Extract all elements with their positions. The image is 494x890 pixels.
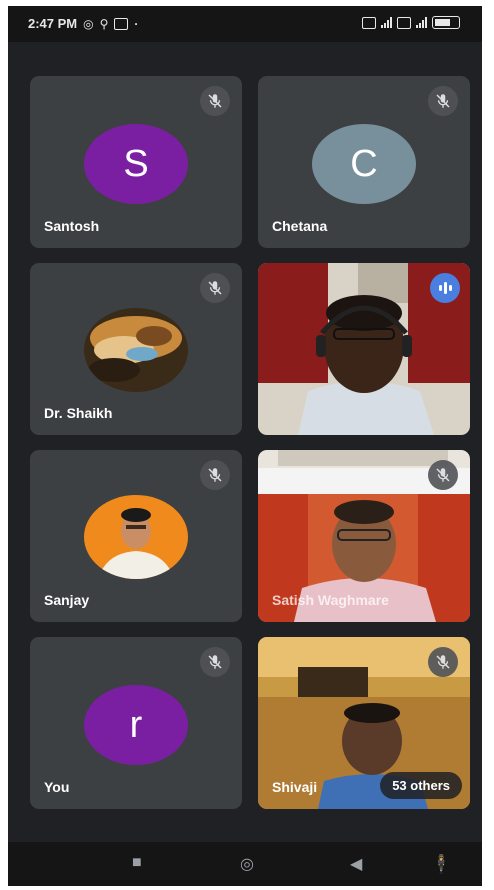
navigation-bar: ■ ◎ ◀ 🕴	[8, 842, 482, 886]
notification-icon	[114, 17, 129, 30]
participant-tile-shivaji[interactable]: Shivaji 53 others	[258, 637, 470, 809]
more-dot-icon: ·	[134, 16, 139, 31]
mic-off-icon	[200, 86, 230, 116]
sim1-icon	[362, 16, 376, 29]
participant-name: Satish Waghmare	[272, 592, 389, 608]
mic-off-icon	[428, 647, 458, 677]
participant-name: You	[44, 779, 70, 795]
participant-tile-santosh[interactable]: S Santosh	[30, 76, 242, 248]
participant-tile-dr-shaikh[interactable]: Dr. Shaikh	[30, 263, 242, 435]
home-icon[interactable]: ◎	[240, 854, 254, 874]
status-bar: 2:47 PM ◎ ⚲ ·	[8, 6, 482, 42]
participant-name: Shivaji	[272, 779, 318, 795]
sim2-icon	[397, 16, 411, 29]
signal-icon	[381, 17, 392, 28]
avatar-photo	[84, 308, 188, 392]
avatar: C	[312, 124, 416, 204]
meet-screen: 2:47 PM ◎ ⚲ · S Santosh C Chetana Dr. Sh…	[8, 6, 482, 886]
back-icon[interactable]: ◀	[350, 854, 362, 874]
clock: 2:47 PM	[28, 16, 78, 31]
participant-name: Sanjay	[44, 592, 90, 608]
participant-tile-satish[interactable]: Satish Waghmare	[258, 450, 470, 622]
participant-tile-chetana[interactable]: C Chetana	[258, 76, 470, 248]
mic-off-icon	[428, 460, 458, 490]
location-icon: ⚲	[99, 16, 109, 31]
mic-off-icon	[200, 647, 230, 677]
avatar: S	[84, 124, 188, 204]
mic-off-icon	[428, 86, 458, 116]
mic-off-icon	[200, 273, 230, 303]
whatsapp-icon: ◎	[83, 16, 94, 31]
avatar-photo	[84, 495, 188, 579]
accessibility-icon[interactable]: 🕴	[430, 854, 452, 875]
recents-icon[interactable]: ■	[132, 854, 142, 872]
avatar: r	[84, 685, 188, 765]
mic-off-icon	[200, 460, 230, 490]
participant-tile-you[interactable]: r You	[30, 637, 242, 809]
battery-icon	[432, 16, 460, 29]
participant-name: Chetana	[272, 218, 328, 234]
participant-name: Santosh	[44, 218, 100, 234]
speaking-indicator-icon	[430, 273, 460, 303]
participant-tile-sanjay[interactable]: Sanjay	[30, 450, 242, 622]
signal-icon	[416, 17, 427, 28]
others-count-button[interactable]: 53 others	[380, 772, 462, 799]
participant-tile-video-speaker[interactable]	[258, 263, 470, 435]
participant-name: Dr. Shaikh	[44, 405, 113, 421]
